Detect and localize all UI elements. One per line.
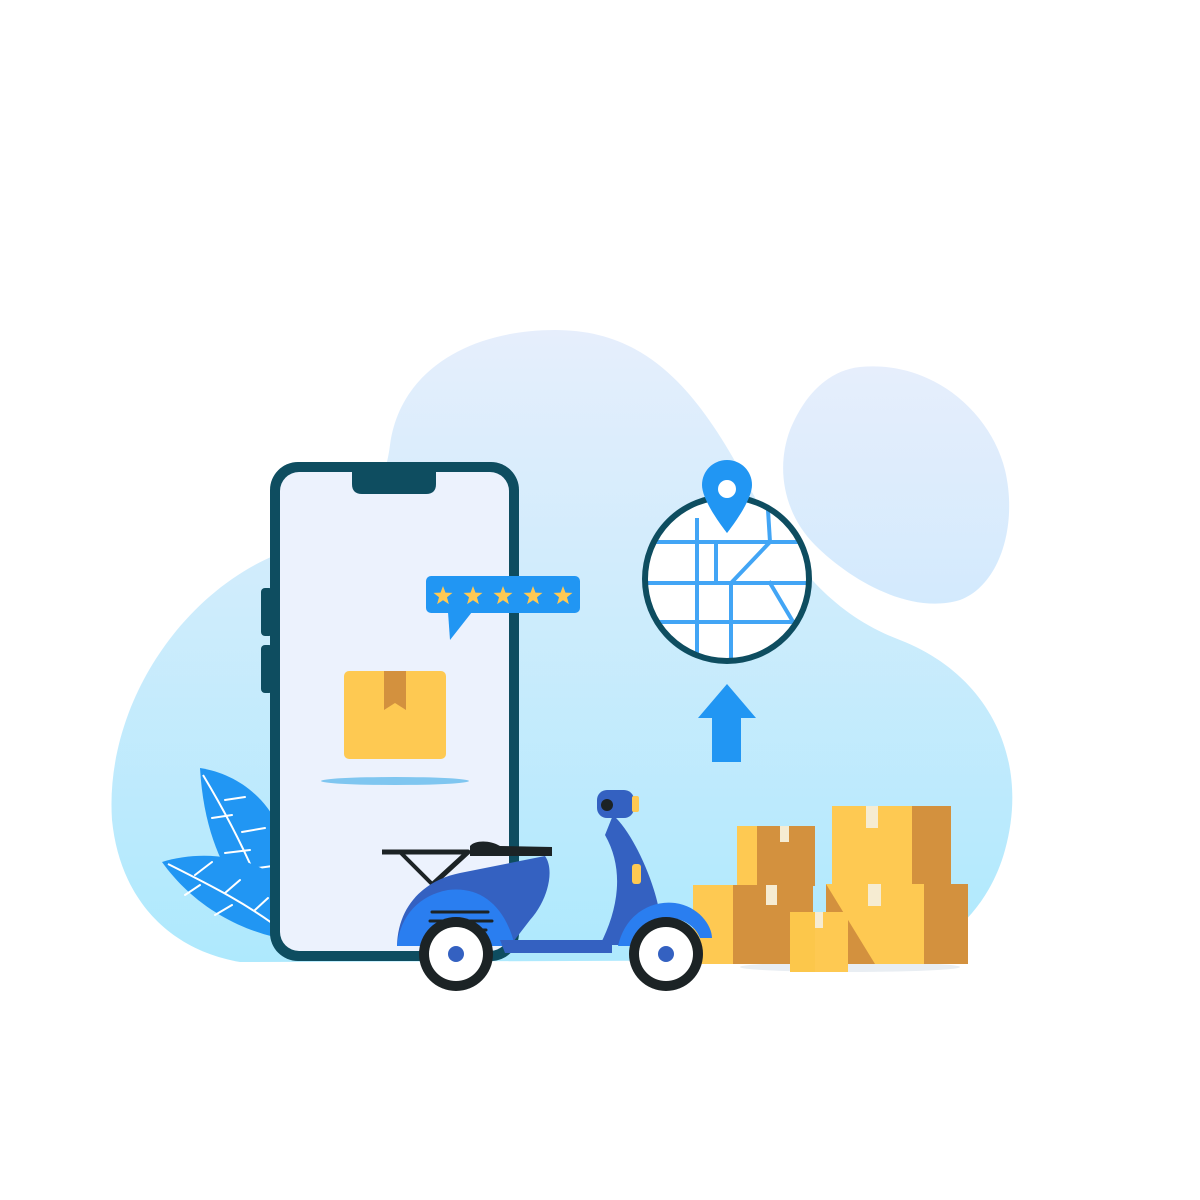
front-wheel (629, 917, 703, 991)
rear-wheel (419, 917, 493, 991)
phone-notch (352, 472, 436, 494)
background-blob-small (783, 366, 1010, 604)
package-icon (344, 671, 446, 759)
illustration-canvas (111, 330, 1013, 991)
package-shadow (321, 777, 469, 785)
delivery-illustration (0, 0, 1200, 1200)
